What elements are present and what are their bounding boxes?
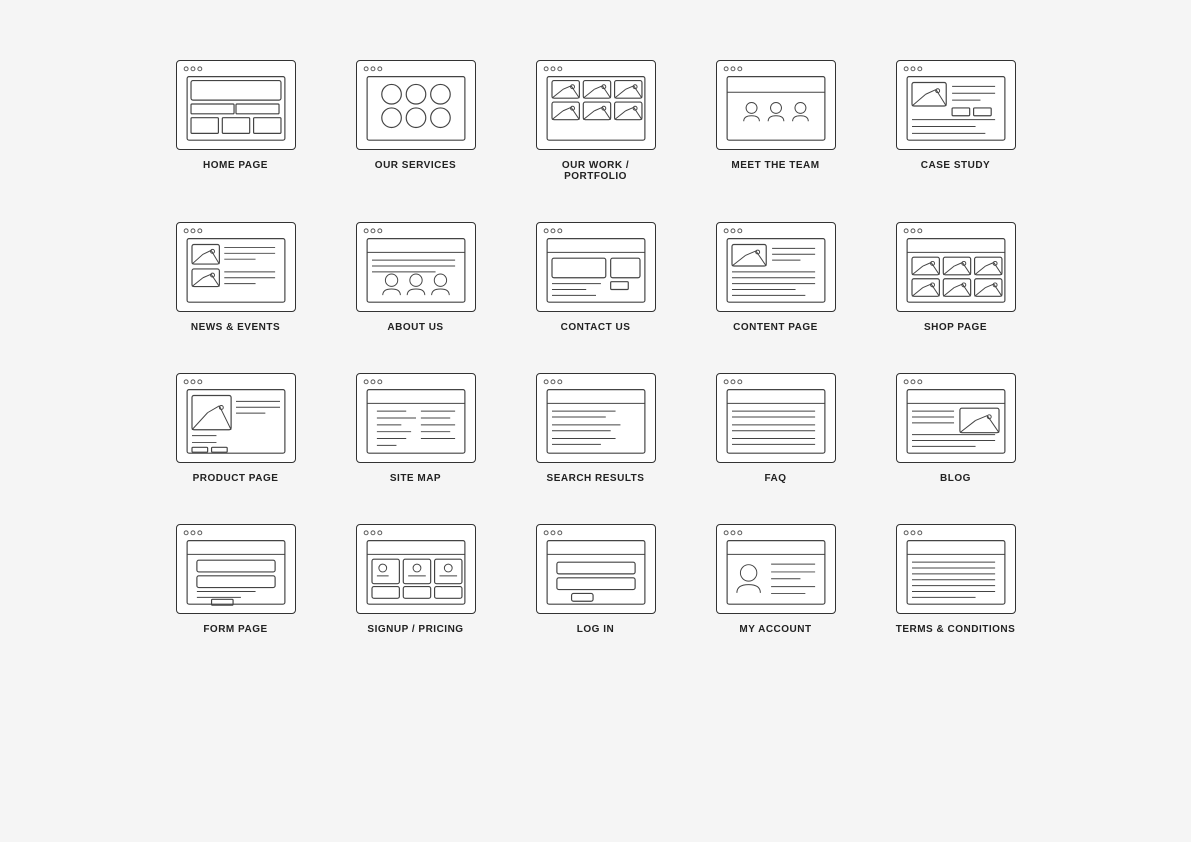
product-page-icon — [176, 373, 296, 463]
tile-our-services[interactable]: OUR SERVICES — [356, 60, 476, 182]
content-page-label: CONTENT PAGE — [733, 322, 818, 333]
search-results-icon — [536, 373, 656, 463]
news-events-label: NEWS & EVENTS — [191, 322, 280, 333]
tile-our-work[interactable]: OUR WORK / PORTFOLIO — [536, 60, 656, 182]
log-in-icon — [536, 524, 656, 614]
meet-the-team-icon — [716, 60, 836, 150]
tile-case-study[interactable]: CASE STUDY — [896, 60, 1016, 182]
faq-icon — [716, 373, 836, 463]
my-account-icon — [716, 524, 836, 614]
news-events-icon — [176, 222, 296, 312]
home-page-icon — [176, 60, 296, 150]
icon-grid: HOME PAGE OUR SERVICES — [176, 60, 1016, 635]
site-map-icon — [356, 373, 476, 463]
blog-icon — [896, 373, 1016, 463]
case-study-label: CASE STUDY — [921, 160, 990, 171]
case-study-icon — [896, 60, 1016, 150]
my-account-label: MY ACCOUNT — [739, 624, 811, 635]
tile-search-results[interactable]: SEARCH RESULTS — [536, 373, 656, 484]
contact-us-icon — [536, 222, 656, 312]
content-page-icon — [716, 222, 836, 312]
tile-product-page[interactable]: PRODUCT PAGE — [176, 373, 296, 484]
faq-label: FAQ — [764, 473, 786, 484]
tile-news-events[interactable]: NEWS & EVENTS — [176, 222, 296, 333]
site-map-label: SITE MAP — [390, 473, 441, 484]
our-services-icon — [356, 60, 476, 150]
our-work-label: OUR WORK / PORTFOLIO — [536, 160, 656, 182]
terms-icon — [896, 524, 1016, 614]
tile-contact-us[interactable]: CONTACT US — [536, 222, 656, 333]
shop-page-label: SHOP PAGE — [924, 322, 987, 333]
tile-log-in[interactable]: LOG IN — [536, 524, 656, 635]
form-page-icon — [176, 524, 296, 614]
shop-page-icon — [896, 222, 1016, 312]
about-us-icon — [356, 222, 476, 312]
tile-site-map[interactable]: SITE MAP — [356, 373, 476, 484]
search-results-label: SEARCH RESULTS — [547, 473, 645, 484]
signup-pricing-label: SIGNUP / PRICING — [367, 624, 463, 635]
tile-form-page[interactable]: FORM PAGE — [176, 524, 296, 635]
tile-terms[interactable]: TERMS & CONDITIONS — [896, 524, 1016, 635]
our-services-label: OUR SERVICES — [375, 160, 456, 171]
product-page-label: PRODUCT PAGE — [193, 473, 279, 484]
tile-home-page[interactable]: HOME PAGE — [176, 60, 296, 182]
tile-meet-the-team[interactable]: MEET THE TEAM — [716, 60, 836, 182]
home-page-label: HOME PAGE — [203, 160, 268, 171]
tile-my-account[interactable]: MY ACCOUNT — [716, 524, 836, 635]
meet-the-team-label: MEET THE TEAM — [731, 160, 819, 171]
signup-pricing-icon — [356, 524, 476, 614]
terms-label: TERMS & CONDITIONS — [896, 624, 1016, 635]
tile-content-page[interactable]: CONTENT PAGE — [716, 222, 836, 333]
tile-blog[interactable]: BLOG — [896, 373, 1016, 484]
our-work-icon — [536, 60, 656, 150]
tile-shop-page[interactable]: SHOP PAGE — [896, 222, 1016, 333]
blog-label: BLOG — [940, 473, 971, 484]
log-in-label: LOG IN — [577, 624, 614, 635]
tile-signup-pricing[interactable]: SIGNUP / PRICING — [356, 524, 476, 635]
form-page-label: FORM PAGE — [203, 624, 267, 635]
contact-us-label: CONTACT US — [561, 322, 631, 333]
tile-faq[interactable]: FAQ — [716, 373, 836, 484]
about-us-label: ABOUT US — [387, 322, 443, 333]
tile-about-us[interactable]: ABOUT US — [356, 222, 476, 333]
